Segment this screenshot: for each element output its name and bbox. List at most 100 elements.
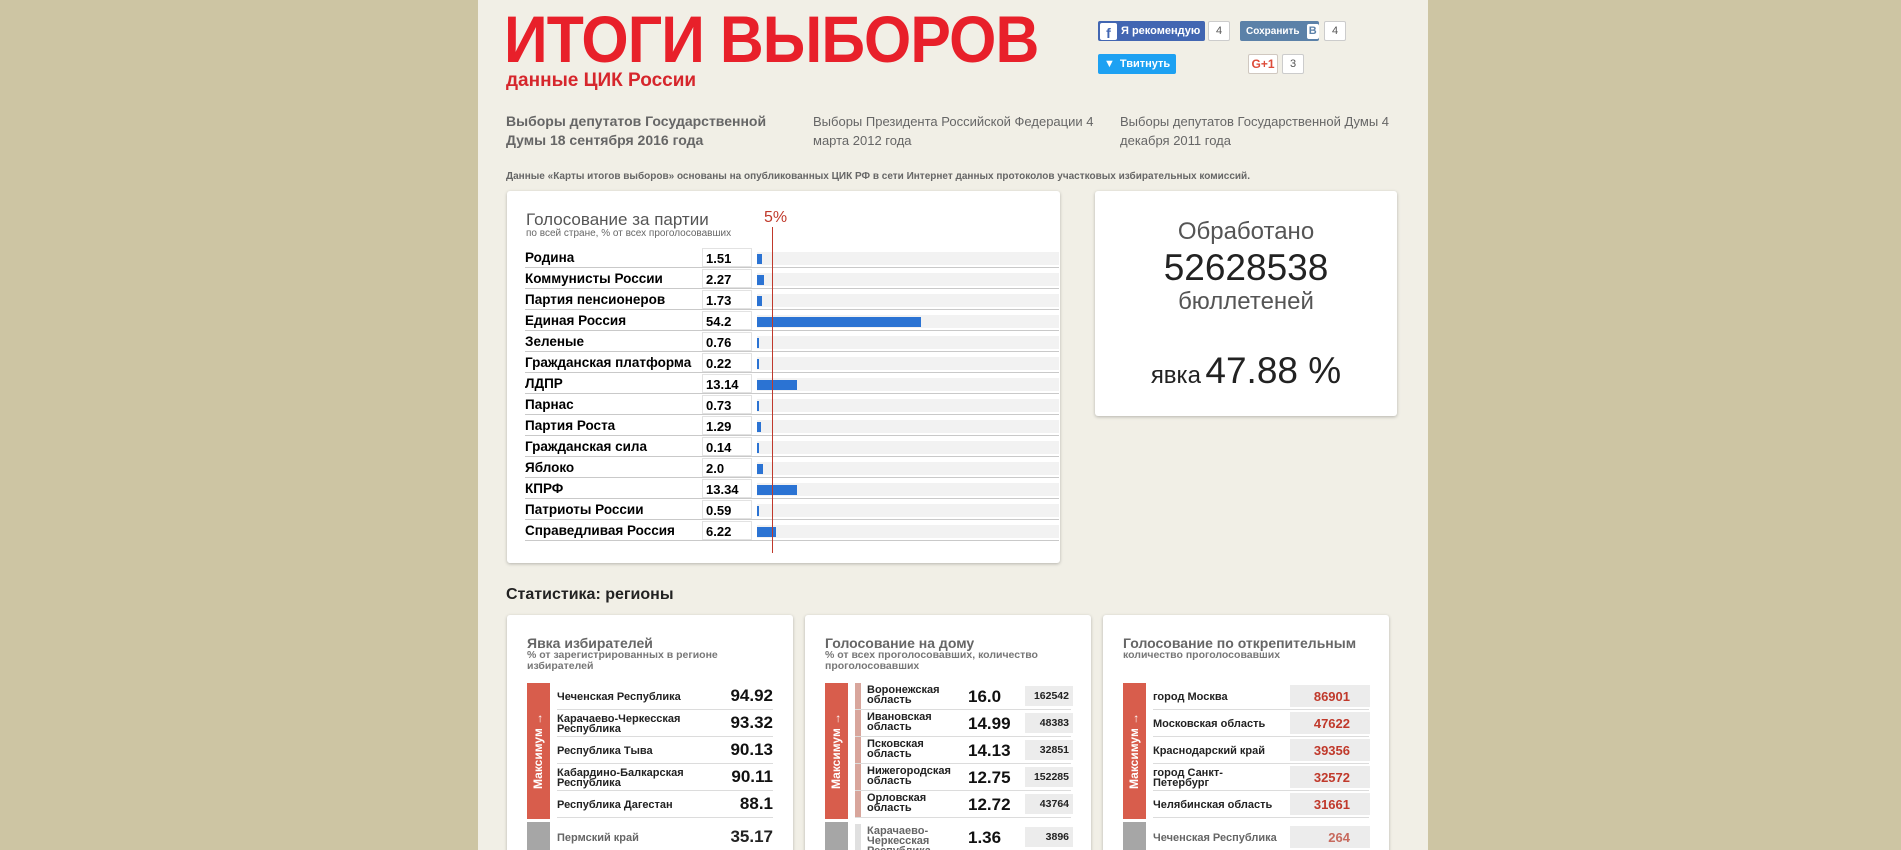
row-divider (525, 540, 1059, 541)
party-name: Зеленые (525, 334, 585, 349)
region-name: Республика Тыва (557, 744, 653, 757)
party-bar (757, 443, 759, 453)
region-name: город Москва (1153, 690, 1228, 703)
region-count: 32851 (1025, 740, 1073, 760)
party-row: КПРФ 13.34 (525, 478, 1059, 499)
region-name: Краснодарский край (1153, 744, 1266, 757)
region-name: Московская область (1153, 717, 1266, 730)
region-percent: 16.0 (968, 687, 1002, 706)
twitter-label: Твитнуть (1119, 58, 1171, 70)
region-value: 94.92 (730, 686, 773, 705)
vk-count: 4 (1324, 21, 1346, 41)
party-bar (757, 401, 760, 411)
region-row: Краснодарский край 39356 (1153, 737, 1370, 764)
maximum-label: Максимум → (829, 712, 843, 790)
region-value: 93.32 (730, 713, 773, 732)
region-row: Орловская область 12.72 43764 (855, 791, 1073, 818)
region-count: 43764 (1025, 794, 1073, 814)
twitter-bird-icon: ▼ (1104, 58, 1115, 70)
party-row: Зеленые 0.76 (525, 331, 1059, 352)
party-name: Яблоко (525, 460, 575, 475)
threshold-line (772, 227, 774, 553)
facebook-recommend-button[interactable]: f Я рекомендую (1098, 21, 1205, 41)
region-name: город Санкт-Петербург (1153, 766, 1223, 789)
party-row: Гражданская платформа 0.22 (525, 352, 1059, 373)
region-name: Челябинская область (1153, 798, 1273, 811)
region-row: Республика Дагестан 88.1 (557, 791, 773, 818)
party-value: 2.27 (702, 269, 752, 288)
region-count: 162542 (1025, 686, 1073, 706)
region-name: Псковская область (855, 737, 955, 764)
region-row: Псковская область 14.13 32851 (855, 737, 1073, 764)
google-plus-button[interactable]: G+1 (1248, 54, 1278, 74)
election-link-2011[interactable]: Выборы депутатов Государственной Думы 4 … (1120, 112, 1405, 150)
region-row: Чеченская Республика 94.92 (557, 683, 773, 710)
election-link-2016[interactable]: Выборы депутатов Государственной Думы 18… (506, 112, 786, 150)
turnout-card-subtitle: % от зарегистрированных в регионе избира… (527, 649, 718, 672)
page-title: ИТОГИ ВЫБОРОВ (504, 2, 1039, 76)
party-name: Партия Роста (525, 418, 616, 433)
region-row: Кабардино-Балкарская Республика 90.11 (557, 764, 773, 791)
page-container: ИТОГИ ВЫБОРОВ данные ЦИК России f Я реко… (478, 0, 1428, 850)
region-value: 88.1 (739, 794, 773, 813)
vk-save-button[interactable]: Сохранить B (1240, 21, 1319, 41)
party-row: Яблоко 2.0 (525, 457, 1059, 478)
region-value: 90.11 (731, 767, 773, 786)
region-count: 32572 (1290, 766, 1370, 788)
region-row: Чеченская Республика 264 (1153, 824, 1370, 850)
region-name: Орловская область (855, 791, 955, 818)
party-row: Партия пенсионеров 1.73 (525, 289, 1059, 310)
party-value: 13.34 (702, 479, 752, 498)
party-bar-track (757, 315, 1059, 328)
party-name: Парнас (525, 397, 574, 412)
region-count: 48383 (1025, 713, 1073, 733)
party-name: Родина (525, 250, 575, 265)
region-percent: 12.75 (968, 768, 1011, 787)
maximum-label: Максимум → (531, 712, 545, 790)
party-bar-track (757, 378, 1059, 391)
region-count: 264 (1290, 826, 1370, 848)
party-bar (757, 422, 761, 432)
party-bar-track (757, 525, 1059, 538)
twitter-tweet-button[interactable]: ▼ Твитнуть (1098, 54, 1176, 74)
regions-stats-heading: Статистика: регионы (506, 586, 674, 603)
region-row: Ивановская область 14.99 48383 (855, 710, 1073, 737)
party-bar-track (757, 441, 1059, 454)
region-row: город Москва 86901 (1153, 683, 1370, 710)
data-source-note: Данные «Карты итогов выборов» основаны н… (506, 171, 1250, 182)
party-bar (757, 296, 763, 306)
party-row: Партия Роста 1.29 (525, 415, 1059, 436)
party-value: 0.22 (702, 353, 752, 372)
google-plus-count: 3 (1282, 54, 1304, 74)
party-bar (757, 464, 764, 474)
region-row: Пермский край 35.17 (557, 824, 773, 850)
party-value: 6.22 (702, 521, 752, 540)
party-value: 1.29 (702, 416, 752, 435)
region-percent: 12.72 (968, 795, 1011, 814)
party-bar (757, 338, 760, 348)
absentee-region-card: Голосование по открепительным количество… (1103, 615, 1389, 850)
party-bar (757, 506, 759, 516)
turnout-value: 47.88 % (1205, 350, 1342, 391)
party-name: Коммунисты России (525, 271, 663, 286)
region-count: 31661 (1290, 793, 1370, 815)
region-row: Республика Тыва 90.13 (557, 737, 773, 764)
election-link-2012[interactable]: Выборы Президента Российской Федерации 4… (813, 112, 1098, 150)
party-value: 1.51 (702, 248, 752, 267)
region-name: Республика Дагестан (557, 798, 673, 811)
region-name: Карачаево-Черкесская Республика (855, 824, 955, 850)
facebook-label: Я рекомендую (1121, 25, 1201, 37)
region-value: 35.17 (730, 827, 773, 846)
vk-label: Сохранить (1246, 25, 1300, 37)
party-chart-subtitle: по всей стране, % от всех проголосовавши… (526, 228, 732, 239)
party-bar-track (757, 357, 1059, 370)
processed-count: 52628538 (1163, 247, 1329, 288)
home-card-subtitle: % от всех проголосовавших, количество пр… (825, 649, 1038, 672)
party-name: Партия пенсионеров (525, 292, 666, 307)
minimum-strip (1123, 822, 1146, 850)
region-name: Воронежская область (855, 683, 955, 710)
party-value: 54.2 (702, 311, 752, 330)
party-name: Справедливая Россия (525, 523, 675, 538)
party-bar (757, 254, 762, 264)
region-row: Московская область 47622 (1153, 710, 1370, 737)
